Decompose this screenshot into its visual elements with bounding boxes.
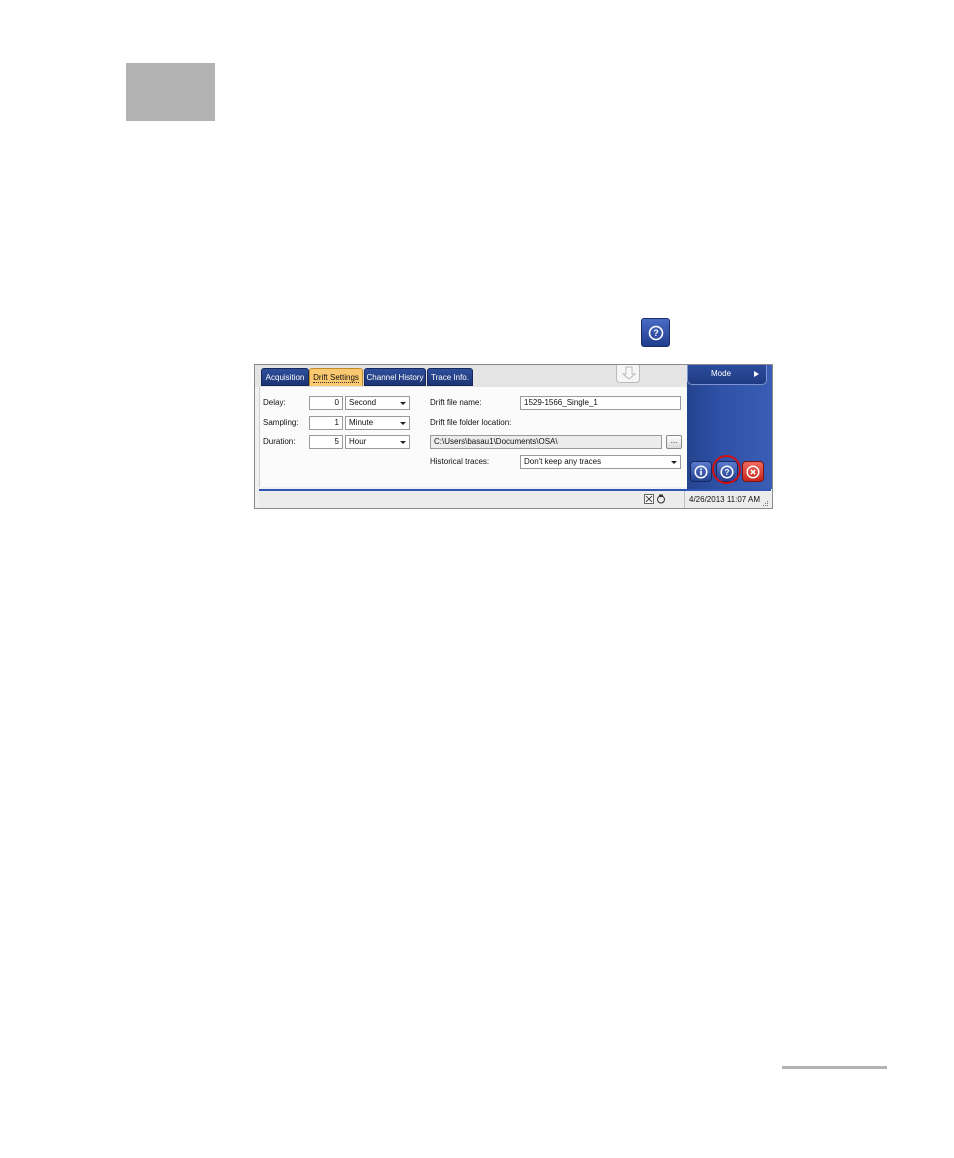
status-icons xyxy=(644,494,666,504)
duration-unit-select[interactable]: Hour xyxy=(345,435,410,449)
footer-rule xyxy=(782,1066,887,1069)
drift-settings-panel: Delay: 0 Second Sampling: 1 Minute Durat… xyxy=(259,387,687,487)
historical-traces-select[interactable]: Don't keep any traces xyxy=(520,455,681,469)
drift-file-name-label: Drift file name: xyxy=(430,398,482,407)
drift-file-name-input[interactable]: 1529-1566_Single_1 xyxy=(520,396,681,410)
duration-input[interactable]: 5 xyxy=(309,435,343,449)
sampling-input[interactable]: 1 xyxy=(309,416,343,430)
play-arrow-icon xyxy=(754,371,759,377)
help-button-highlight xyxy=(712,455,741,484)
status-bar: 4/26/2013 11:07 AM xyxy=(259,489,771,508)
collapse-panel-button[interactable] xyxy=(616,365,640,383)
browse-folder-button[interactable]: ... xyxy=(666,435,682,449)
down-arrow-icon xyxy=(621,366,637,380)
chevron-down-icon xyxy=(400,422,406,425)
tab-bar: Acquisition Drift Settings Channel Histo… xyxy=(255,365,687,387)
delay-unit-select[interactable]: Second xyxy=(345,396,410,410)
tab-channel-history[interactable]: Channel History xyxy=(364,368,426,386)
duration-label: Duration: xyxy=(263,437,296,446)
chevron-down-icon xyxy=(671,461,677,464)
info-icon xyxy=(694,464,708,479)
remote-disabled-icon xyxy=(644,494,654,504)
drift-folder-path: C:\Users\basau1\Documents\OSA\ xyxy=(430,435,662,449)
tab-acquisition[interactable]: Acquisition xyxy=(261,368,309,386)
info-button[interactable] xyxy=(690,461,712,482)
chapter-tab-marker xyxy=(126,63,215,121)
chevron-down-icon xyxy=(400,441,406,444)
close-button[interactable] xyxy=(742,461,764,482)
chevron-down-icon xyxy=(400,402,406,405)
delay-input[interactable]: 0 xyxy=(309,396,343,410)
grip-icon[interactable] xyxy=(762,500,769,507)
historical-traces-label: Historical traces: xyxy=(430,457,490,466)
tab-drift-settings[interactable]: Drift Settings xyxy=(309,368,363,386)
application-screenshot: Acquisition Drift Settings Channel Histo… xyxy=(254,364,773,509)
sampling-unit-select[interactable]: Minute xyxy=(345,416,410,430)
status-datetime: 4/26/2013 11:07 AM xyxy=(689,495,761,504)
mode-button[interactable]: Mode xyxy=(687,365,767,385)
sampling-label: Sampling: xyxy=(263,418,299,427)
help-icon: ? xyxy=(641,318,670,347)
drift-folder-label: Drift file folder location: xyxy=(430,418,512,427)
delay-label: Delay: xyxy=(263,398,286,407)
tab-trace-info[interactable]: Trace Info. xyxy=(427,368,473,386)
close-icon xyxy=(746,464,760,479)
power-icon xyxy=(657,494,665,504)
svg-text:?: ? xyxy=(653,328,659,338)
